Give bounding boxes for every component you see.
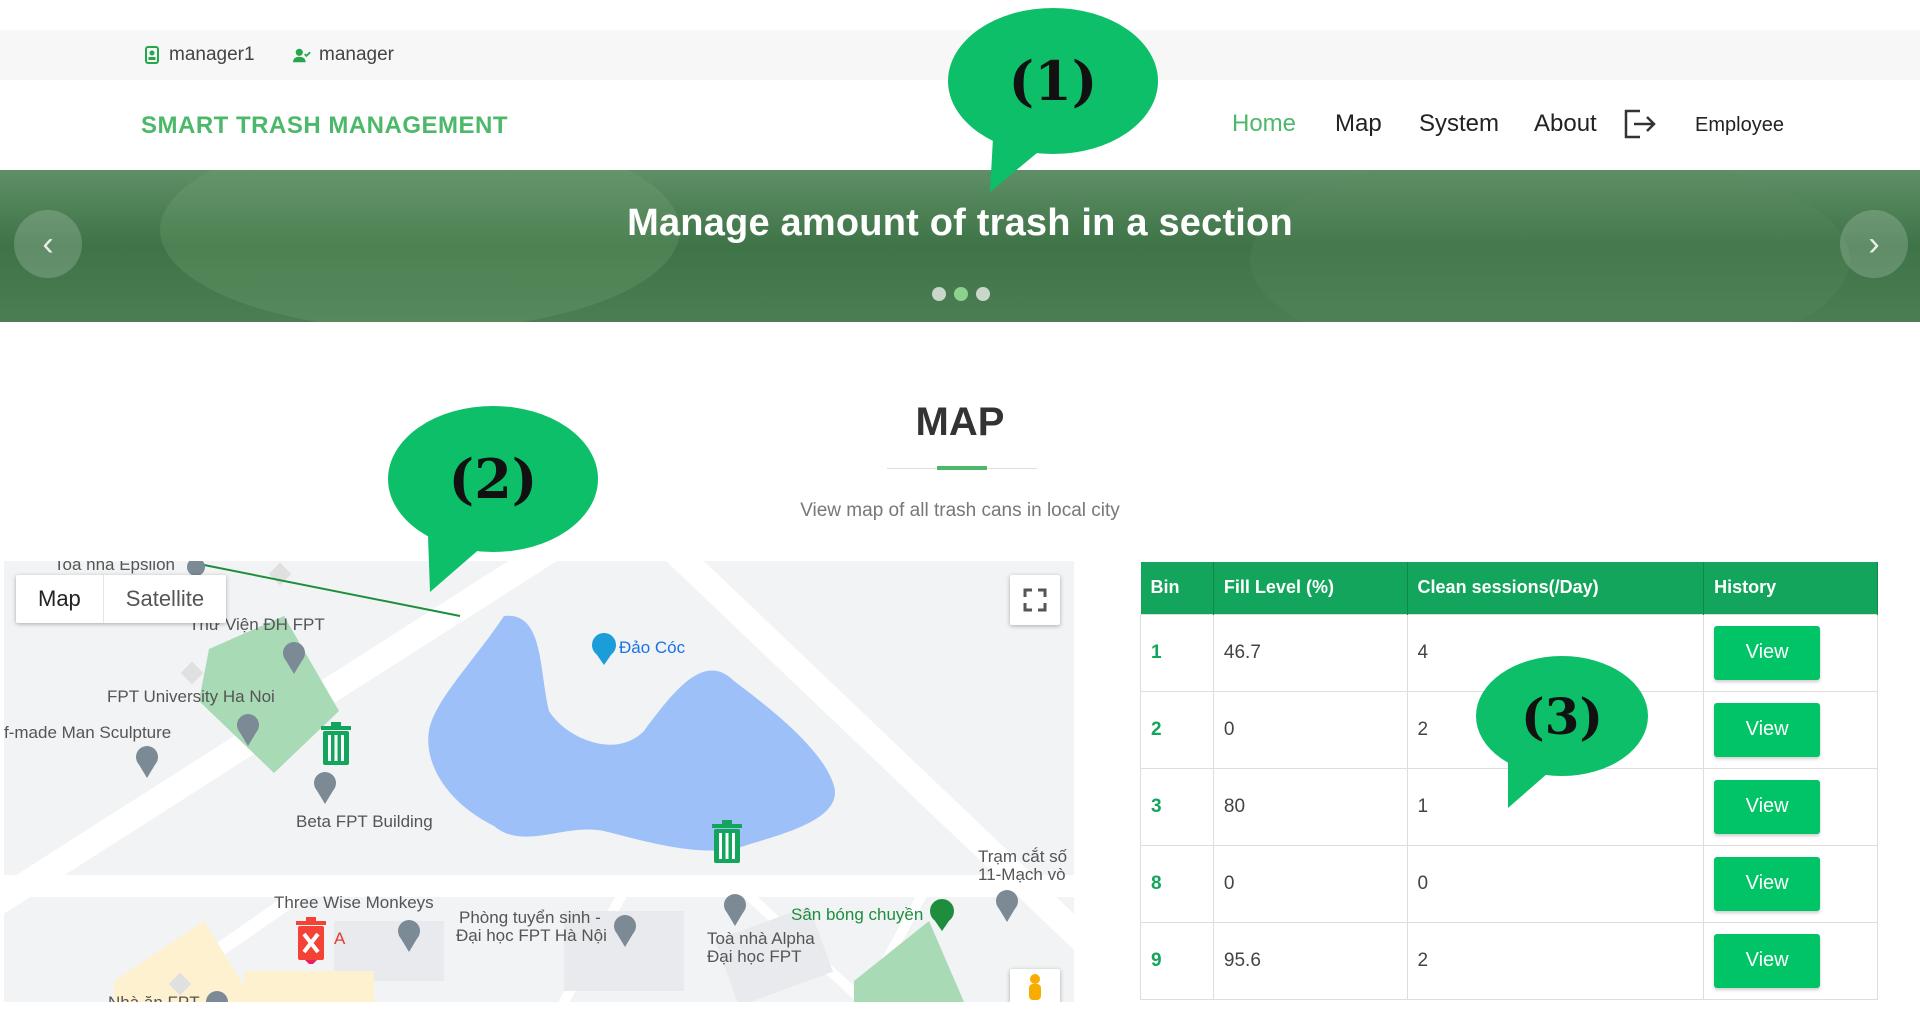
map-label: Trạm cắt số xyxy=(978,847,1068,866)
section-title: MAP xyxy=(915,400,1005,444)
trash-bin-marker-icon[interactable] xyxy=(710,819,744,867)
bin-id: 2 xyxy=(1140,690,1214,769)
map-label: f-made Man Sculpture xyxy=(4,723,172,742)
section-divider-accent xyxy=(937,466,987,470)
page: manager1 manager SMART TRASH MANAGEMENT … xyxy=(0,0,1920,1010)
view-history-button[interactable]: View xyxy=(1714,779,1821,834)
view-history-button[interactable]: View xyxy=(1714,625,1821,680)
map-label: Beta FPT Building xyxy=(296,812,433,831)
chevron-left-icon: ‹ xyxy=(42,224,54,263)
username: manager1 xyxy=(169,44,255,65)
map-label: Đảo Cóc xyxy=(619,638,686,657)
carousel-prev-button[interactable]: ‹ xyxy=(14,210,82,278)
user-info: manager1 xyxy=(143,44,255,66)
history-cell: View xyxy=(1703,767,1878,846)
clean-sessions: 2 xyxy=(1406,921,1705,1000)
history-cell: View xyxy=(1703,844,1878,923)
map-label: Đại học FPT xyxy=(707,947,802,966)
column-header: Fill Level (%) xyxy=(1213,562,1408,614)
table-row: 8 0 0 View xyxy=(1140,844,1878,923)
map-view[interactable]: Toà nhà Epsilon Thư Viện ĐH FPT FPT Univ… xyxy=(4,561,1074,1002)
view-history-button[interactable]: View xyxy=(1714,856,1821,911)
map-label: Đại học FPT Hà Nội xyxy=(456,926,607,945)
brand-logo[interactable]: SMART TRASH MANAGEMENT xyxy=(141,112,508,140)
column-header: History xyxy=(1703,562,1878,614)
full-bin-marker-icon[interactable] xyxy=(294,916,328,964)
fill-level: 0 xyxy=(1212,844,1408,923)
hero-carousel: Manage amount of trash in a section ‹ › xyxy=(0,170,1920,322)
carousel-indicators xyxy=(932,287,990,301)
bin-id: 1 xyxy=(1140,613,1214,692)
map-label: Toà nhà Alpha xyxy=(707,929,815,948)
history-cell: View xyxy=(1703,613,1878,692)
map-label: Three Wise Monkeys xyxy=(274,893,434,912)
hero-bg-shape xyxy=(1250,170,1850,322)
fill-level: 0 xyxy=(1212,690,1408,769)
map-label: Sân bóng chuyền xyxy=(791,905,924,924)
role-info: manager xyxy=(293,44,394,66)
fill-level: 46.7 xyxy=(1212,613,1408,692)
fill-level: 95.6 xyxy=(1212,921,1408,1000)
callout-label: (3) xyxy=(1476,656,1648,776)
street-view-pegman-button[interactable] xyxy=(1010,969,1060,1002)
nav-map[interactable]: Map xyxy=(1335,110,1382,138)
section-subtitle: View map of all trash cans in local city xyxy=(800,500,1120,521)
fullscreen-button[interactable] xyxy=(1010,575,1060,625)
callout-label: (2) xyxy=(388,406,598,552)
user-check-icon xyxy=(293,48,311,63)
column-header: Clean sessions(/Day) xyxy=(1407,562,1705,614)
callout-2: (2) xyxy=(388,406,602,592)
nav-home[interactable]: Home xyxy=(1232,110,1296,138)
pegman-icon xyxy=(1029,974,1041,1000)
callout-1: (1) xyxy=(948,8,1162,192)
column-header: Bin xyxy=(1140,562,1214,614)
clean-sessions: 0 xyxy=(1406,844,1705,923)
bin-id: 3 xyxy=(1140,767,1214,846)
view-history-button[interactable]: View xyxy=(1714,933,1821,988)
chevron-right-icon: › xyxy=(1868,224,1880,263)
nav-system[interactable]: System xyxy=(1419,110,1499,138)
map-label: Toà nhà Epsilon xyxy=(54,561,175,574)
carousel-dot[interactable] xyxy=(932,287,946,301)
callout-3: (3) xyxy=(1476,656,1652,808)
hero-bg-shape xyxy=(160,170,680,322)
role: manager xyxy=(319,44,394,65)
fill-level: 80 xyxy=(1212,767,1408,846)
bin-id: 8 xyxy=(1140,844,1214,923)
callout-label: (1) xyxy=(948,8,1158,154)
id-badge-icon xyxy=(145,46,159,64)
table-row: 9 95.6 2 View xyxy=(1140,921,1878,1000)
map-label: Nhà ăn FPT xyxy=(108,993,200,1002)
map-type-control: Map Satellite xyxy=(16,575,227,623)
trash-bin-marker-icon[interactable] xyxy=(319,721,353,769)
map-label: 11-Mạch vò xyxy=(978,865,1066,884)
carousel-next-button[interactable]: › xyxy=(1840,210,1908,278)
nav-about[interactable]: About xyxy=(1534,110,1597,138)
map-label: FPT University Ha Noi xyxy=(107,687,275,706)
nav-employee[interactable]: Employee xyxy=(1695,114,1784,137)
map-label: A xyxy=(334,929,346,948)
fullscreen-icon xyxy=(1023,588,1047,612)
history-cell: View xyxy=(1703,921,1878,1000)
bin-id: 9 xyxy=(1140,921,1214,1000)
map-type-satellite-button[interactable]: Satellite xyxy=(102,575,226,623)
view-history-button[interactable]: View xyxy=(1714,702,1821,757)
map-label: Phòng tuyển sinh - xyxy=(459,908,601,927)
map-type-map-button[interactable]: Map xyxy=(16,575,103,623)
table-header-row: Bin Fill Level (%) Clean sessions(/Day) … xyxy=(1140,562,1878,614)
hero-title: Manage amount of trash in a section xyxy=(627,202,1293,244)
logout-icon[interactable] xyxy=(1622,107,1658,141)
history-cell: View xyxy=(1703,690,1878,769)
carousel-dot[interactable] xyxy=(976,287,990,301)
carousel-dot-active[interactable] xyxy=(954,287,968,301)
